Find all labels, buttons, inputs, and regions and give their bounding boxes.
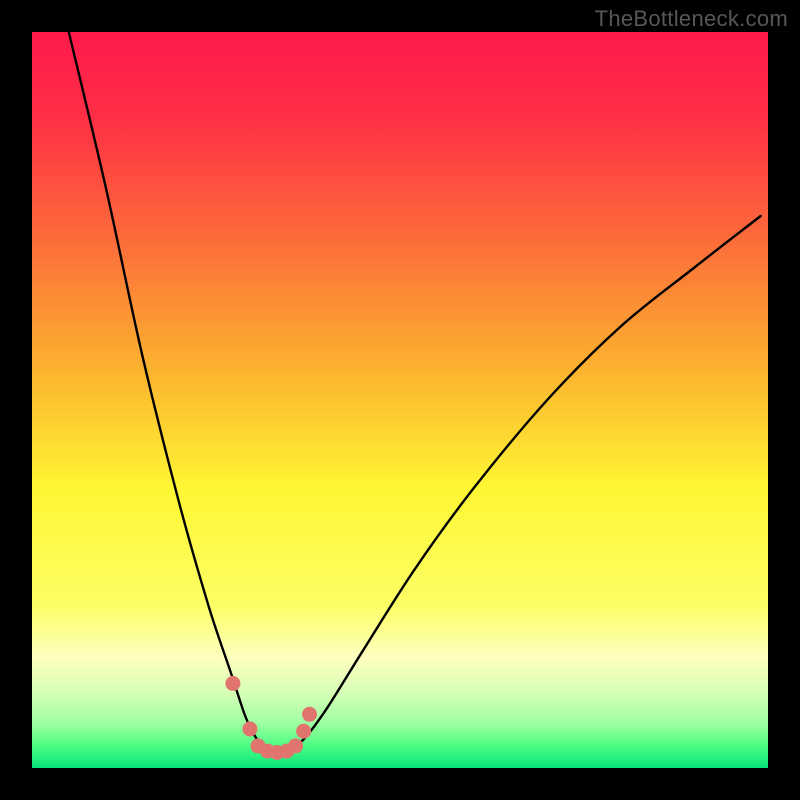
dot [242,722,257,737]
bottleneck-curve [69,32,761,753]
dot [225,676,240,691]
chart-frame: TheBottleneck.com [0,0,800,800]
dot [288,738,303,753]
curve-layer [32,32,768,768]
plot-area [32,32,768,768]
dot [296,724,311,739]
dot [302,707,317,722]
highlight-dots [225,676,317,760]
watermark-text: TheBottleneck.com [595,6,788,32]
